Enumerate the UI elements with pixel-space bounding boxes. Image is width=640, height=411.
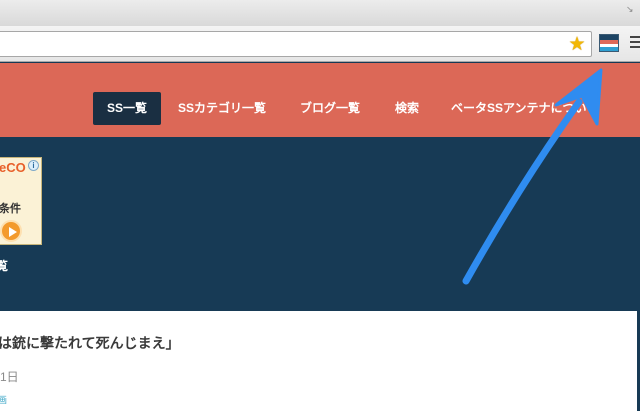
nav-item-ss-category-list[interactable]: SSカテゴリ一覧 (178, 92, 266, 125)
bookmark-star-icon[interactable]: ★ (567, 33, 587, 55)
nav-item-ss-list[interactable]: SS一覧 (93, 92, 162, 125)
browser-menu-icon[interactable] (630, 36, 640, 50)
sidebar-label: 覧 (0, 259, 9, 273)
ad-info-icon[interactable]: i (28, 160, 39, 171)
article-card: は銃に撃たれて死んじまえ」 1日 画 (0, 311, 637, 411)
play-icon[interactable] (0, 220, 22, 242)
browser-titlebar: ↘ (0, 0, 640, 26)
address-bar[interactable]: ★ (0, 31, 592, 57)
site-nav: SS一覧 SSカテゴリ一覧 ブログ一覧 検索 ベータSSアンテナについて (0, 63, 640, 137)
nav-item-search[interactable]: 検索 (395, 92, 419, 125)
ad-text: 条件 (0, 203, 21, 215)
article-date: 1日 (0, 370, 19, 384)
resize-icon[interactable]: ↘ (626, 5, 636, 15)
browser-toolbar: ★ (0, 26, 640, 62)
ad-brand: eCO (0, 160, 26, 175)
nav-item-about-beta-ss-antenna[interactable]: ベータSSアンテナについて (451, 92, 598, 125)
ad-banner[interactable]: eCO i 条件 (0, 157, 42, 245)
nav-item-blog-list[interactable]: ブログ一覧 (300, 92, 360, 125)
article-title[interactable]: は銃に撃たれて死んじまえ」 (0, 333, 180, 353)
extension-icon[interactable] (599, 34, 619, 52)
